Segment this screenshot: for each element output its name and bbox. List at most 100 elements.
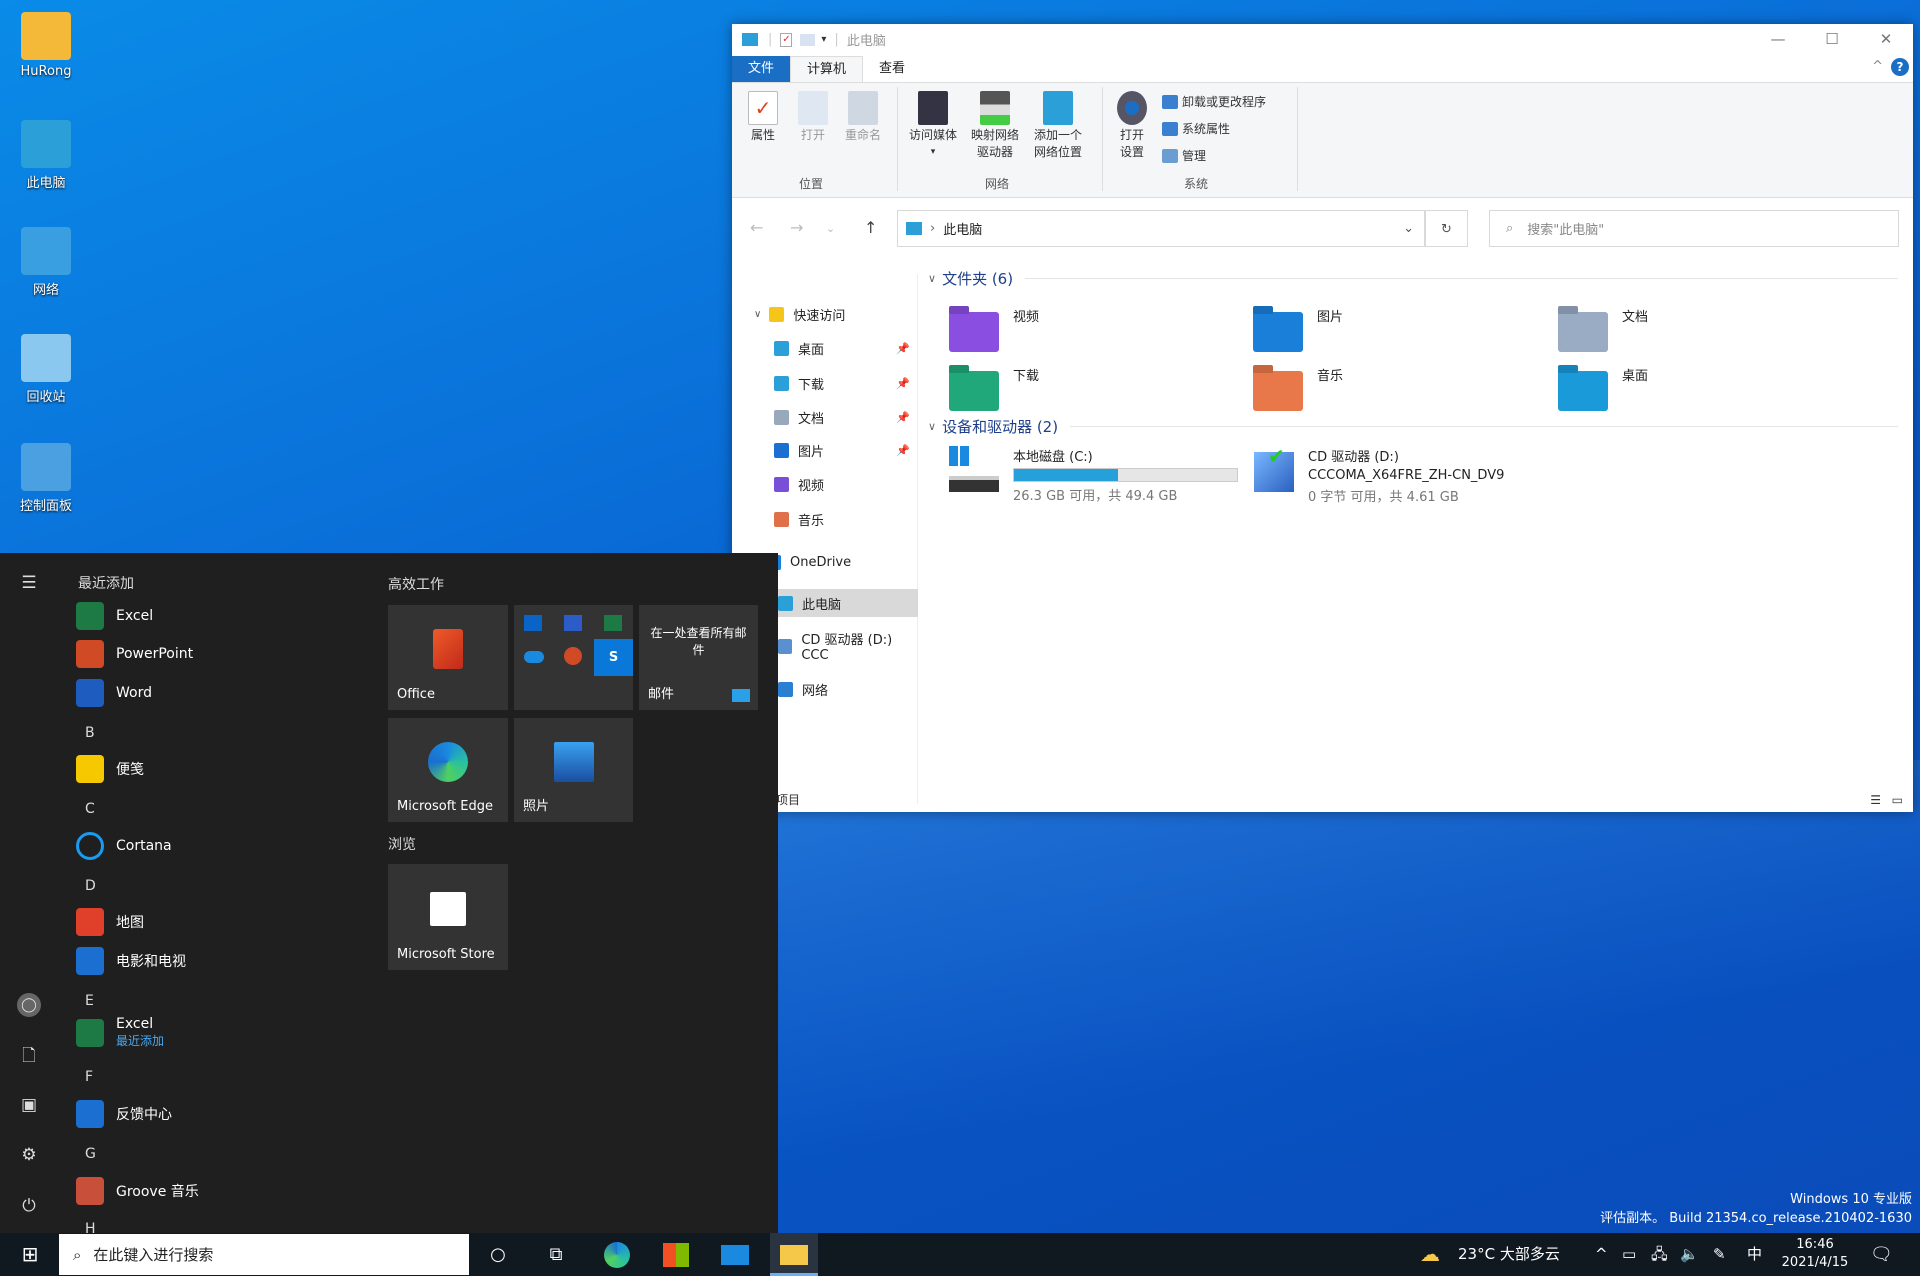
forward-button[interactable]: → bbox=[790, 218, 803, 237]
app-list-item[interactable]: Word bbox=[76, 679, 152, 707]
app-list-item[interactable]: 反馈中心 bbox=[76, 1100, 172, 1128]
folder-item[interactable]: 音乐 bbox=[1253, 365, 1343, 411]
app-list-item[interactable]: Excel bbox=[76, 602, 153, 630]
app-list-letter[interactable]: F bbox=[85, 1069, 93, 1085]
nav-item[interactable]: 文档 📌 bbox=[732, 403, 918, 431]
tab-view[interactable]: 查看 bbox=[863, 56, 921, 82]
close-button[interactable]: ✕ bbox=[1859, 24, 1913, 55]
tile-edge[interactable]: Microsoft Edge bbox=[388, 718, 508, 822]
app-list-item[interactable]: Groove 音乐 bbox=[76, 1177, 199, 1205]
app-list-letter[interactable]: E bbox=[85, 993, 94, 1009]
settings-gear-icon[interactable]: ⚙ bbox=[17, 1145, 41, 1165]
manage-button[interactable]: 管理 bbox=[1162, 147, 1206, 164]
volume-icon[interactable]: 🔈 bbox=[1680, 1233, 1699, 1276]
nav-item[interactable]: 音乐 bbox=[732, 505, 918, 533]
file-explorer-taskbar-icon[interactable] bbox=[770, 1233, 818, 1276]
nav-item[interactable]: 视频 bbox=[732, 470, 918, 498]
devices-section-header[interactable]: ∨ 设备和驱动器 (2) bbox=[928, 416, 1898, 437]
app-list-item[interactable]: PowerPoint bbox=[76, 640, 193, 668]
desktop-icon[interactable]: HuRong bbox=[8, 12, 84, 79]
open-button[interactable]: 打开 bbox=[788, 91, 838, 144]
app-list-letter[interactable]: D bbox=[85, 878, 96, 894]
documents-icon[interactable]: 🗋 bbox=[17, 1043, 41, 1072]
notifications-icon[interactable]: 🗨 bbox=[1870, 1233, 1893, 1276]
network-icon[interactable]: 🖧 bbox=[1651, 1233, 1668, 1276]
help-icon[interactable]: ? bbox=[1891, 58, 1909, 76]
uninstall-program-button[interactable]: 卸载或更改程序 bbox=[1162, 93, 1266, 110]
drive-c[interactable]: 本地磁盘 (C:) 26.3 GB 可用，共 49.4 GB bbox=[949, 446, 1238, 504]
map-network-drive-button[interactable]: 映射网络 驱动器 bbox=[965, 91, 1025, 161]
back-button[interactable]: ← bbox=[750, 218, 763, 237]
maximize-button[interactable]: ☐ bbox=[1805, 24, 1859, 55]
tile-office-apps[interactable]: S bbox=[514, 605, 633, 710]
folder-item[interactable]: 桌面 bbox=[1558, 365, 1648, 411]
start-button[interactable]: ⊞ bbox=[6, 1233, 54, 1276]
user-avatar-icon[interactable]: ◯ bbox=[17, 993, 41, 1017]
app-list-item[interactable]: 地图 bbox=[76, 908, 144, 936]
tab-file[interactable]: 文件 bbox=[732, 56, 791, 82]
properties-quick-icon[interactable]: ✓ bbox=[780, 32, 793, 47]
app-list-letter[interactable]: B bbox=[85, 725, 95, 741]
weather-icon[interactable]: ☁ bbox=[1420, 1233, 1440, 1276]
tile-store[interactable]: Microsoft Store bbox=[388, 864, 508, 970]
nav-item[interactable]: 桌面 📌 bbox=[732, 334, 918, 362]
customize-quick-access-icon[interactable]: ▾ bbox=[821, 34, 826, 45]
recent-locations-button[interactable]: ⌄ bbox=[826, 222, 835, 235]
power-icon[interactable]: ⏻ bbox=[17, 1196, 41, 1216]
nav-item[interactable]: ∨ 快速访问 bbox=[732, 300, 918, 328]
system-properties-button[interactable]: 系统属性 bbox=[1162, 120, 1230, 137]
up-button[interactable]: ↑ bbox=[864, 218, 877, 237]
properties-button[interactable]: ✓ 属性 bbox=[738, 91, 788, 144]
pin-icon[interactable]: 📌 bbox=[896, 377, 910, 390]
folder-item[interactable]: 视频 bbox=[949, 306, 1039, 352]
desktop-icon[interactable]: 回收站 bbox=[8, 334, 84, 405]
app-list-item[interactable]: Excel 最近添加 bbox=[76, 1016, 164, 1049]
refresh-button[interactable]: ↻ bbox=[1425, 210, 1468, 247]
weather-text[interactable]: 23°C 大部多云 bbox=[1458, 1233, 1560, 1276]
add-network-location-button[interactable]: 添加一个 网络位置 bbox=[1027, 91, 1089, 161]
store-taskbar-icon[interactable] bbox=[652, 1233, 700, 1276]
app-list-letter[interactable]: C bbox=[85, 801, 95, 817]
tile-photos[interactable]: 照片 bbox=[514, 718, 633, 822]
pictures-icon[interactable]: ▣ bbox=[17, 1095, 41, 1115]
folder-item[interactable]: 下载 bbox=[949, 365, 1039, 411]
access-media-button[interactable]: 访问媒体 ▾ bbox=[903, 91, 963, 161]
edge-taskbar-icon[interactable] bbox=[593, 1233, 641, 1276]
clock[interactable]: 16:46 2021/4/15 bbox=[1775, 1236, 1855, 1272]
address-dropdown-icon[interactable]: ⌄ bbox=[1403, 221, 1414, 236]
folder-item[interactable]: 图片 bbox=[1253, 306, 1343, 352]
drive-d[interactable]: ✔ CD 驱动器 (D:) CCCOMA_X64FRE_ZH-CN_DV9 0 … bbox=[1254, 444, 1504, 505]
battery-icon[interactable]: ▭ bbox=[1622, 1233, 1636, 1276]
rename-button[interactable]: 重命名 bbox=[838, 91, 888, 144]
task-view-button[interactable]: ⧉ bbox=[532, 1233, 580, 1276]
minimize-button[interactable]: — bbox=[1751, 24, 1805, 55]
input-method-indicator[interactable]: 中 bbox=[1747, 1233, 1762, 1276]
pen-icon[interactable]: ✎ bbox=[1713, 1233, 1726, 1276]
cortana-button[interactable]: ○ bbox=[474, 1233, 522, 1276]
desktop-icon[interactable]: 控制面板 bbox=[8, 443, 84, 514]
app-list-item[interactable]: 电影和电视 bbox=[76, 947, 186, 975]
nav-item[interactable]: 图片 📌 bbox=[732, 436, 918, 464]
app-list-item[interactable]: Cortana bbox=[76, 832, 172, 860]
nav-item[interactable]: 下载 📌 bbox=[732, 369, 918, 397]
address-bar[interactable]: › 此电脑 ⌄ bbox=[897, 210, 1425, 247]
folders-section-header[interactable]: ∨ 文件夹 (6) bbox=[928, 268, 1898, 289]
folder-item[interactable]: 文档 bbox=[1558, 306, 1648, 352]
mail-taskbar-icon[interactable] bbox=[711, 1233, 759, 1276]
app-list-letter[interactable]: G bbox=[85, 1146, 96, 1162]
taskbar-search-input[interactable]: ⌕ 在此键入进行搜索 bbox=[59, 1234, 469, 1275]
pin-icon[interactable]: 📌 bbox=[896, 342, 910, 355]
search-input[interactable]: ⌕ 搜索"此电脑" bbox=[1489, 210, 1899, 247]
tile-office[interactable]: Office bbox=[388, 605, 508, 710]
open-settings-button[interactable]: 打开 设置 bbox=[1107, 91, 1157, 161]
tile-mail[interactable]: 在一处查看所有邮件 邮件 bbox=[639, 605, 758, 710]
tab-computer[interactable]: 计算机 bbox=[790, 56, 864, 82]
collapse-ribbon-icon[interactable]: ^ bbox=[1872, 59, 1883, 74]
hamburger-menu-icon[interactable]: ☰ bbox=[17, 573, 41, 593]
show-hidden-icons-button[interactable]: ^ bbox=[1595, 1233, 1608, 1276]
desktop-icon[interactable]: 网络 bbox=[8, 227, 84, 298]
pin-icon[interactable]: 📌 bbox=[896, 411, 910, 424]
large-icons-view-icon[interactable]: ▭ bbox=[1892, 788, 1903, 812]
new-folder-quick-icon[interactable] bbox=[800, 33, 816, 46]
details-view-icon[interactable]: ☰ bbox=[1870, 788, 1881, 812]
